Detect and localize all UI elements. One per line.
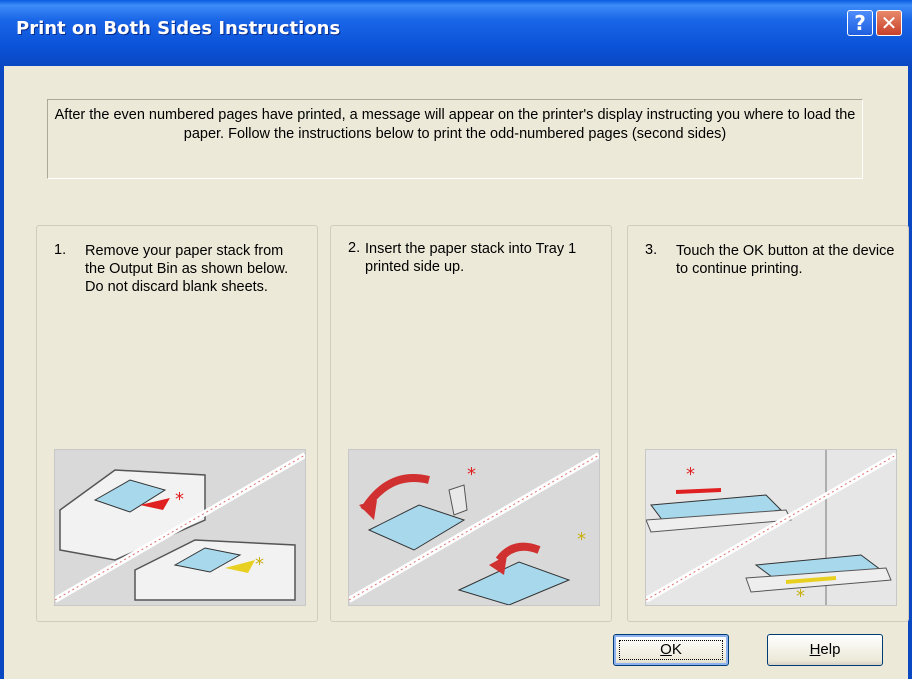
ok-button[interactable]: OK xyxy=(613,634,729,666)
step-panel-3: 3. Touch the OK button at the device to … xyxy=(627,225,909,622)
svg-text:*: * xyxy=(686,464,695,485)
window-title: Print on Both Sides Instructions xyxy=(16,18,341,39)
dialog-window: Print on Both Sides Instructions ? ✕ Aft… xyxy=(0,0,912,679)
svg-text:*: * xyxy=(796,586,805,605)
close-icon[interactable]: ✕ xyxy=(876,10,902,36)
window-border-left xyxy=(0,66,4,679)
svg-text:*: * xyxy=(175,489,184,510)
instruction-text: After the even numbered pages have print… xyxy=(47,99,863,179)
step-number: 1. xyxy=(54,242,67,258)
title-bar[interactable]: Print on Both Sides Instructions ? ✕ xyxy=(0,0,912,66)
help-icon[interactable]: ? xyxy=(847,10,873,36)
step-panel-1: 1. Remove your paper stack from the Outp… xyxy=(36,225,318,622)
tray-feed-illustration: * * xyxy=(645,449,897,606)
step-text: Remove your paper stack from the Output … xyxy=(85,243,289,295)
svg-text:*: * xyxy=(577,529,586,550)
focus-rect xyxy=(619,640,723,660)
help-button[interactable]: Help xyxy=(767,634,883,666)
step-panel-2: 2. Insert the paper stack into Tray 1 pr… xyxy=(330,225,612,622)
step-number: 3. xyxy=(645,242,658,258)
output-bin-illustration: * * xyxy=(54,449,306,606)
step-text: Insert the paper stack into Tray 1 print… xyxy=(365,241,577,275)
step-number: 2. xyxy=(348,240,361,256)
tray-insert-illustration: * * xyxy=(348,449,600,606)
svg-text:*: * xyxy=(255,554,264,575)
help-label: Help xyxy=(809,641,841,658)
step-text: Touch the OK button at the device to con… xyxy=(676,243,895,277)
svg-text:*: * xyxy=(467,464,476,485)
